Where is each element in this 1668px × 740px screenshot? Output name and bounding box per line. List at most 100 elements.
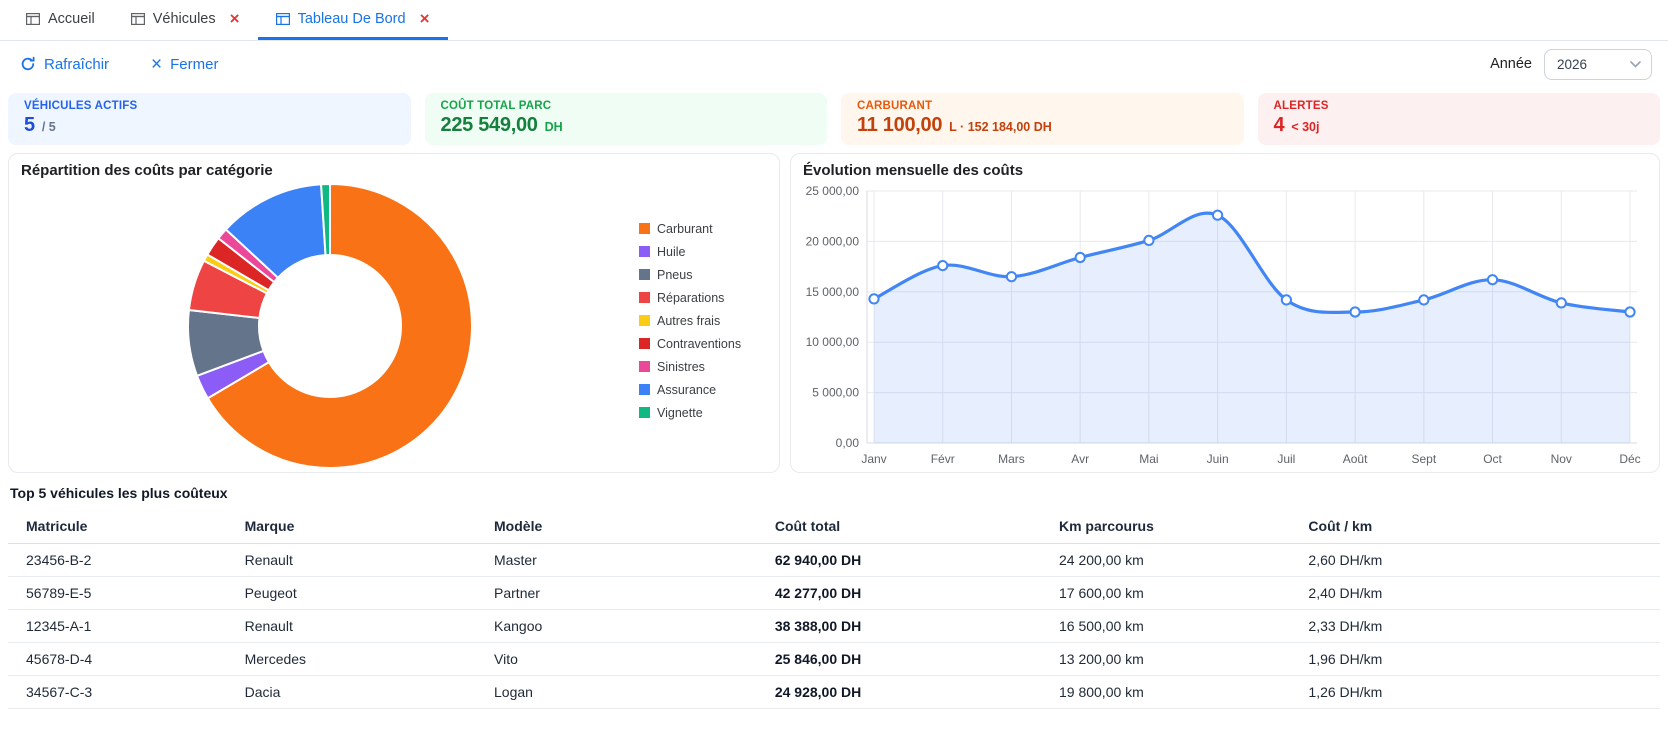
table-cell: 2,40 DH/km: [1306, 577, 1660, 610]
svg-text:25 000,00: 25 000,00: [806, 184, 860, 198]
legend-label: Carburant: [657, 222, 713, 236]
line-point-févr: [938, 261, 947, 270]
legend-item-vignette[interactable]: Vignette: [639, 406, 763, 420]
top-vehicles-section: Top 5 véhicules les plus coûteux Matricu…: [8, 483, 1660, 709]
svg-text:Oct: Oct: [1483, 452, 1502, 466]
stat-label: CARBURANT: [857, 100, 1228, 112]
line-point-nov: [1557, 298, 1566, 307]
stat-suffix: / 5: [42, 120, 56, 134]
table-icon: [276, 13, 290, 25]
line-point-mars: [1007, 272, 1016, 281]
legend-item-pneus[interactable]: Pneus: [639, 268, 763, 282]
close-icon: ×: [151, 55, 162, 74]
legend-label: Huile: [657, 245, 686, 259]
tab-tableau-de-bord[interactable]: Tableau De Bord ×: [258, 0, 448, 40]
svg-text:Mai: Mai: [1139, 452, 1158, 466]
svg-text:Févr: Févr: [931, 452, 955, 466]
refresh-icon: [20, 56, 36, 72]
svg-text:Sept: Sept: [1411, 452, 1436, 466]
column-header-marque: Marque: [243, 511, 492, 544]
table-header-row: MatriculeMarqueModèleCoût totalKm parcou…: [8, 511, 1660, 544]
tab-close-icon[interactable]: ×: [230, 10, 240, 27]
tab-label: Accueil: [48, 11, 95, 27]
legend-swatch: [639, 407, 650, 418]
table-cell: Dacia: [243, 676, 492, 709]
stat-card-cout-total-parc: COÛT TOTAL PARC 225 549,00DH: [425, 93, 828, 145]
legend-label: Réparations: [657, 291, 724, 305]
legend-item-sinistres[interactable]: Sinistres: [639, 360, 763, 374]
donut-chart-card: Répartition des coûts par catégorie Carb…: [8, 153, 780, 473]
year-value: 2026: [1557, 57, 1587, 72]
donut-chart: [50, 180, 610, 470]
year-label: Année: [1490, 56, 1532, 72]
legend-swatch: [639, 246, 650, 257]
stat-value: 11 100,00: [857, 114, 942, 137]
legend-item-réparations[interactable]: Réparations: [639, 291, 763, 305]
svg-text:Août: Août: [1343, 452, 1368, 466]
table-cell: 1,26 DH/km: [1306, 676, 1660, 709]
table-cell: 34567-C-3: [8, 676, 243, 709]
legend-swatch: [639, 338, 650, 349]
stat-suffix: L · 152 184,00 DH: [949, 120, 1052, 134]
stat-suffix: < 30j: [1291, 120, 1319, 134]
tab-bar: Accueil Véhicules × Tableau De Bord ×: [0, 0, 1668, 41]
legend-swatch: [639, 361, 650, 372]
column-header-km-parcourus: Km parcourus: [1057, 511, 1306, 544]
stat-value: 5: [24, 114, 35, 137]
legend-item-huile[interactable]: Huile: [639, 245, 763, 259]
column-header-matricule: Matricule: [8, 511, 243, 544]
tab-vehicules[interactable]: Véhicules ×: [113, 0, 258, 40]
line-point-août: [1351, 307, 1360, 316]
donut-chart-title: Répartition des coûts par catégorie: [21, 162, 767, 179]
stat-suffix: DH: [545, 120, 563, 134]
chevron-down-icon: [1630, 61, 1641, 68]
refresh-button[interactable]: Rafraîchir: [20, 56, 109, 73]
tab-accueil[interactable]: Accueil: [8, 0, 113, 40]
tab-label: Véhicules: [153, 11, 216, 27]
svg-text:Juin: Juin: [1207, 452, 1229, 466]
donut-legend: Carburant Huile Pneus Réparations Autres fra…: [639, 222, 767, 429]
line-point-avr: [1076, 253, 1085, 262]
svg-text:Déc: Déc: [1619, 452, 1640, 466]
table-icon: [131, 13, 145, 25]
tab-close-icon[interactable]: ×: [420, 10, 430, 27]
table-cell: Master: [492, 544, 773, 577]
legend-item-contraventions[interactable]: Contraventions: [639, 337, 763, 351]
stat-value: 4: [1274, 114, 1285, 137]
table-cell: 23456-B-2: [8, 544, 243, 577]
table-cell: 45678-D-4: [8, 643, 243, 676]
table-cell: 17 600,00 km: [1057, 577, 1306, 610]
close-view-button[interactable]: × Fermer: [151, 55, 218, 74]
svg-text:15 000,00: 15 000,00: [806, 285, 860, 299]
legend-item-autres-frais[interactable]: Autres frais: [639, 314, 763, 328]
legend-label: Assurance: [657, 383, 716, 397]
svg-text:0,00: 0,00: [836, 436, 860, 450]
table-cell: 56789-E-5: [8, 577, 243, 610]
svg-text:Mars: Mars: [998, 452, 1025, 466]
svg-text:Juil: Juil: [1277, 452, 1295, 466]
svg-text:Nov: Nov: [1551, 452, 1572, 466]
refresh-label: Rafraîchir: [44, 56, 109, 73]
year-select[interactable]: 2026: [1544, 49, 1652, 80]
legend-item-assurance[interactable]: Assurance: [639, 383, 763, 397]
table-cell: 1,96 DH/km: [1306, 643, 1660, 676]
table-icon: [26, 13, 40, 25]
table-cell: 24 200,00 km: [1057, 544, 1306, 577]
line-point-sept: [1419, 295, 1428, 304]
table-cell: Renault: [243, 544, 492, 577]
table-row: 23456-B-2RenaultMaster62 940,00 DH24 200…: [8, 544, 1660, 577]
table-cell: Logan: [492, 676, 773, 709]
stat-label: VÉHICULES ACTIFS: [24, 100, 395, 112]
table-cell: Vito: [492, 643, 773, 676]
line-point-déc: [1625, 307, 1634, 316]
table-cell: 13 200,00 km: [1057, 643, 1306, 676]
stat-cards-row: VÉHICULES ACTIFS 5 / 5 COÛT TOTAL PARC 22…: [8, 93, 1660, 145]
svg-text:20 000,00: 20 000,00: [806, 234, 860, 248]
stat-card-vehicules-actifs: VÉHICULES ACTIFS 5 / 5: [8, 93, 411, 145]
stat-card-carburant: CARBURANT 11 100,00 L · 152 184,00 DH: [841, 93, 1244, 145]
svg-text:Janv: Janv: [861, 452, 886, 466]
table-cell: 2,60 DH/km: [1306, 544, 1660, 577]
line-point-janv: [869, 294, 878, 303]
line-point-juin: [1213, 211, 1222, 220]
legend-item-carburant[interactable]: Carburant: [639, 222, 763, 236]
